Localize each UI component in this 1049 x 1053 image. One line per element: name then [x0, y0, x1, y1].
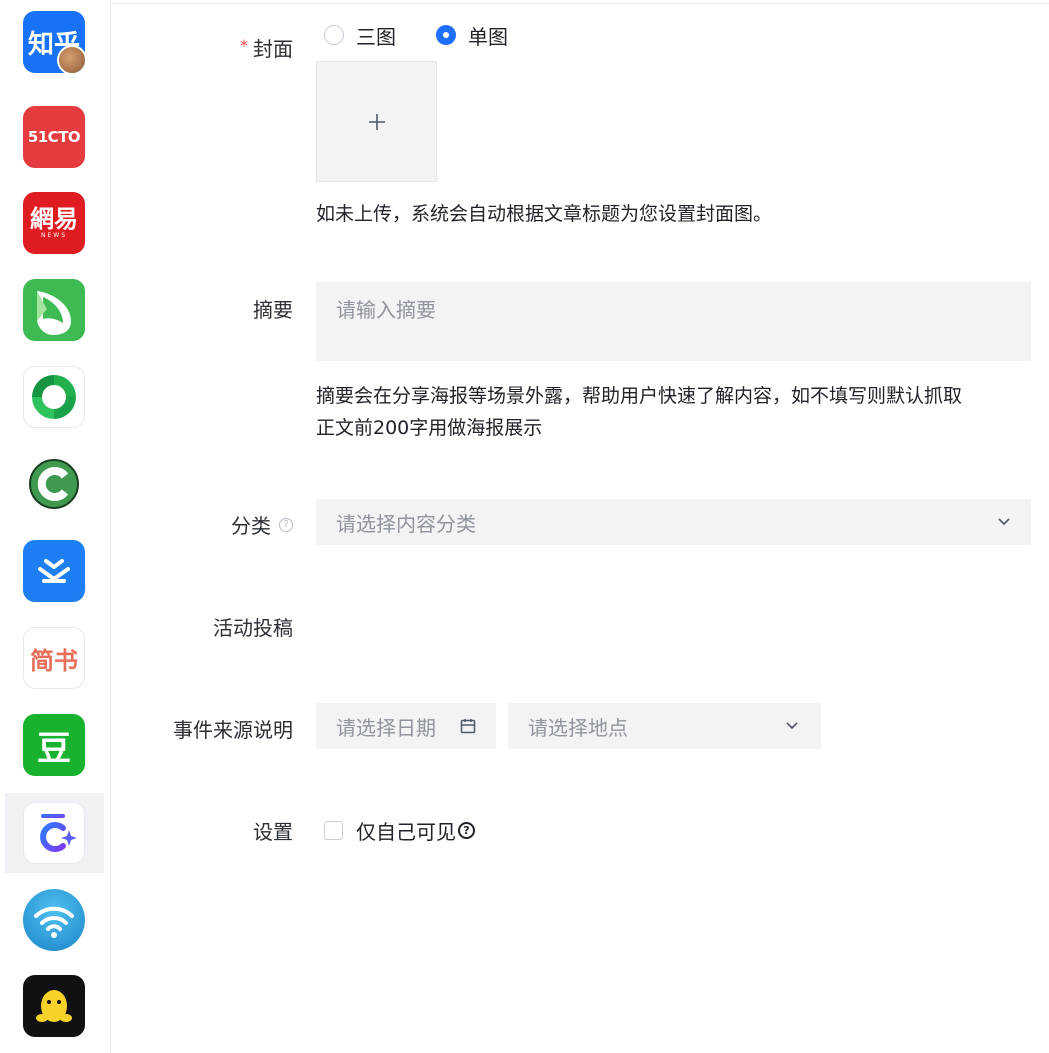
netease-icon: 網易 NEWS: [23, 192, 85, 254]
51cto-icon-label: 51CTO: [27, 128, 81, 146]
settings-label-text: 设置: [253, 820, 293, 844]
location-select-placeholder: 请选择地点: [528, 715, 628, 740]
checkbox-box[interactable]: [324, 821, 343, 840]
category-help-icon[interactable]: ?: [279, 517, 293, 532]
sidebar-item-douban[interactable]: 豆: [5, 705, 104, 785]
sidebar-item-c-sparkle[interactable]: [5, 793, 104, 873]
jianshu-icon: 简书: [23, 627, 85, 689]
qq-shape: [36, 990, 72, 1022]
netease-icon-sublabel: NEWS: [40, 232, 68, 239]
chevron-down-icon: [998, 518, 1010, 526]
date-picker-placeholder: 请选择日期: [336, 715, 436, 740]
event-source-label: 事件来源说明: [173, 714, 293, 743]
radio-single-image-dot: [436, 25, 456, 45]
sidebar-item-51cto[interactable]: 51CTO: [5, 97, 104, 177]
summary-label-text: 摘要: [253, 298, 293, 322]
avatar: [57, 45, 85, 73]
plus-icon: [368, 113, 385, 130]
sidebar-item-swirl[interactable]: [5, 357, 104, 437]
radio-three-images-dot: [324, 25, 344, 45]
cover-label: * 封面: [240, 33, 293, 62]
activity-label-text: 活动投稿: [213, 616, 293, 640]
settings-label: 设置: [253, 816, 293, 845]
sidebar-item-netease[interactable]: 網易 NEWS: [5, 183, 104, 263]
checkbox-label: 仅自己可见: [356, 820, 456, 844]
netease-icon-label: 網易: [30, 205, 78, 233]
qq-icon: [23, 975, 85, 1037]
sidebar-item-bird[interactable]: [5, 270, 104, 350]
radio-single-image[interactable]: 单图: [436, 22, 508, 49]
c-logo-icon: [23, 453, 85, 515]
layers-shape: [38, 559, 70, 583]
visible-only-to-me-checkbox[interactable]: 仅自己可见 ?: [324, 816, 475, 845]
category-select-placeholder: 请选择内容分类: [336, 511, 476, 536]
cover-upload-button[interactable]: [316, 61, 437, 182]
radio-three-images-label: 三图: [356, 24, 396, 49]
c-logo-shape: [29, 459, 79, 509]
swirl-icon: [23, 366, 85, 428]
sidebar-item-c-logo[interactable]: [5, 444, 104, 524]
summary-hint-line2: 正文前200字用做海报展示: [316, 417, 543, 439]
sidebar-item-zhihu[interactable]: 知乎: [5, 2, 104, 82]
summary-label: 摘要: [253, 294, 293, 323]
sidebar-item-wifi[interactable]: [5, 880, 104, 960]
category-label-text: 分类: [231, 514, 271, 538]
radio-single-image-label: 单图: [468, 24, 508, 49]
bird-icon: [23, 279, 85, 341]
question-circle-icon[interactable]: ?: [458, 822, 475, 839]
51cto-icon: 51CTO: [23, 106, 85, 168]
douban-icon: 豆: [23, 714, 85, 776]
sidebar-item-layers[interactable]: [5, 531, 104, 611]
calendar-icon: [460, 719, 476, 734]
sidebar-item-qq[interactable]: [5, 966, 104, 1046]
c-sparkle-icon: [23, 802, 85, 864]
required-mark: *: [240, 36, 248, 55]
radio-three-images[interactable]: 三图: [324, 22, 396, 49]
jianshu-icon-label: 简书: [30, 646, 78, 675]
category-label: 分类 ?: [231, 510, 293, 539]
bird-shape: [37, 291, 71, 335]
cover-hint: 如未上传，系统会自动根据文章标题为您设置封面图。: [316, 203, 773, 225]
summary-hint-line1: 摘要会在分享海报等场景外露，帮助用户快速了解内容，如不填写则默认抓取: [316, 385, 963, 407]
douban-icon-label: 豆: [37, 728, 71, 769]
chevron-down-icon: [786, 722, 798, 730]
cover-label-text: 封面: [253, 37, 293, 61]
event-source-label-text: 事件来源说明: [173, 718, 293, 742]
header-divider: [110, 3, 1049, 4]
date-picker[interactable]: 请选择日期: [316, 703, 496, 749]
wifi-icon: [23, 889, 85, 951]
wifi-shape: [34, 906, 74, 938]
location-select[interactable]: 请选择地点: [508, 703, 821, 749]
sidebar-item-jianshu[interactable]: 简书: [5, 618, 104, 698]
zhihu-icon: 知乎: [23, 11, 85, 73]
summary-input[interactable]: [316, 282, 1031, 361]
platform-sidebar: 知乎 51CTO 網易 NEWS 简书 豆: [0, 0, 111, 1053]
activity-label: 活动投稿: [213, 612, 293, 641]
category-select[interactable]: 请选择内容分类: [316, 499, 1031, 545]
c-sparkle-shape: [40, 814, 77, 852]
swirl-shape: [32, 375, 76, 419]
layers-icon: [23, 540, 85, 602]
